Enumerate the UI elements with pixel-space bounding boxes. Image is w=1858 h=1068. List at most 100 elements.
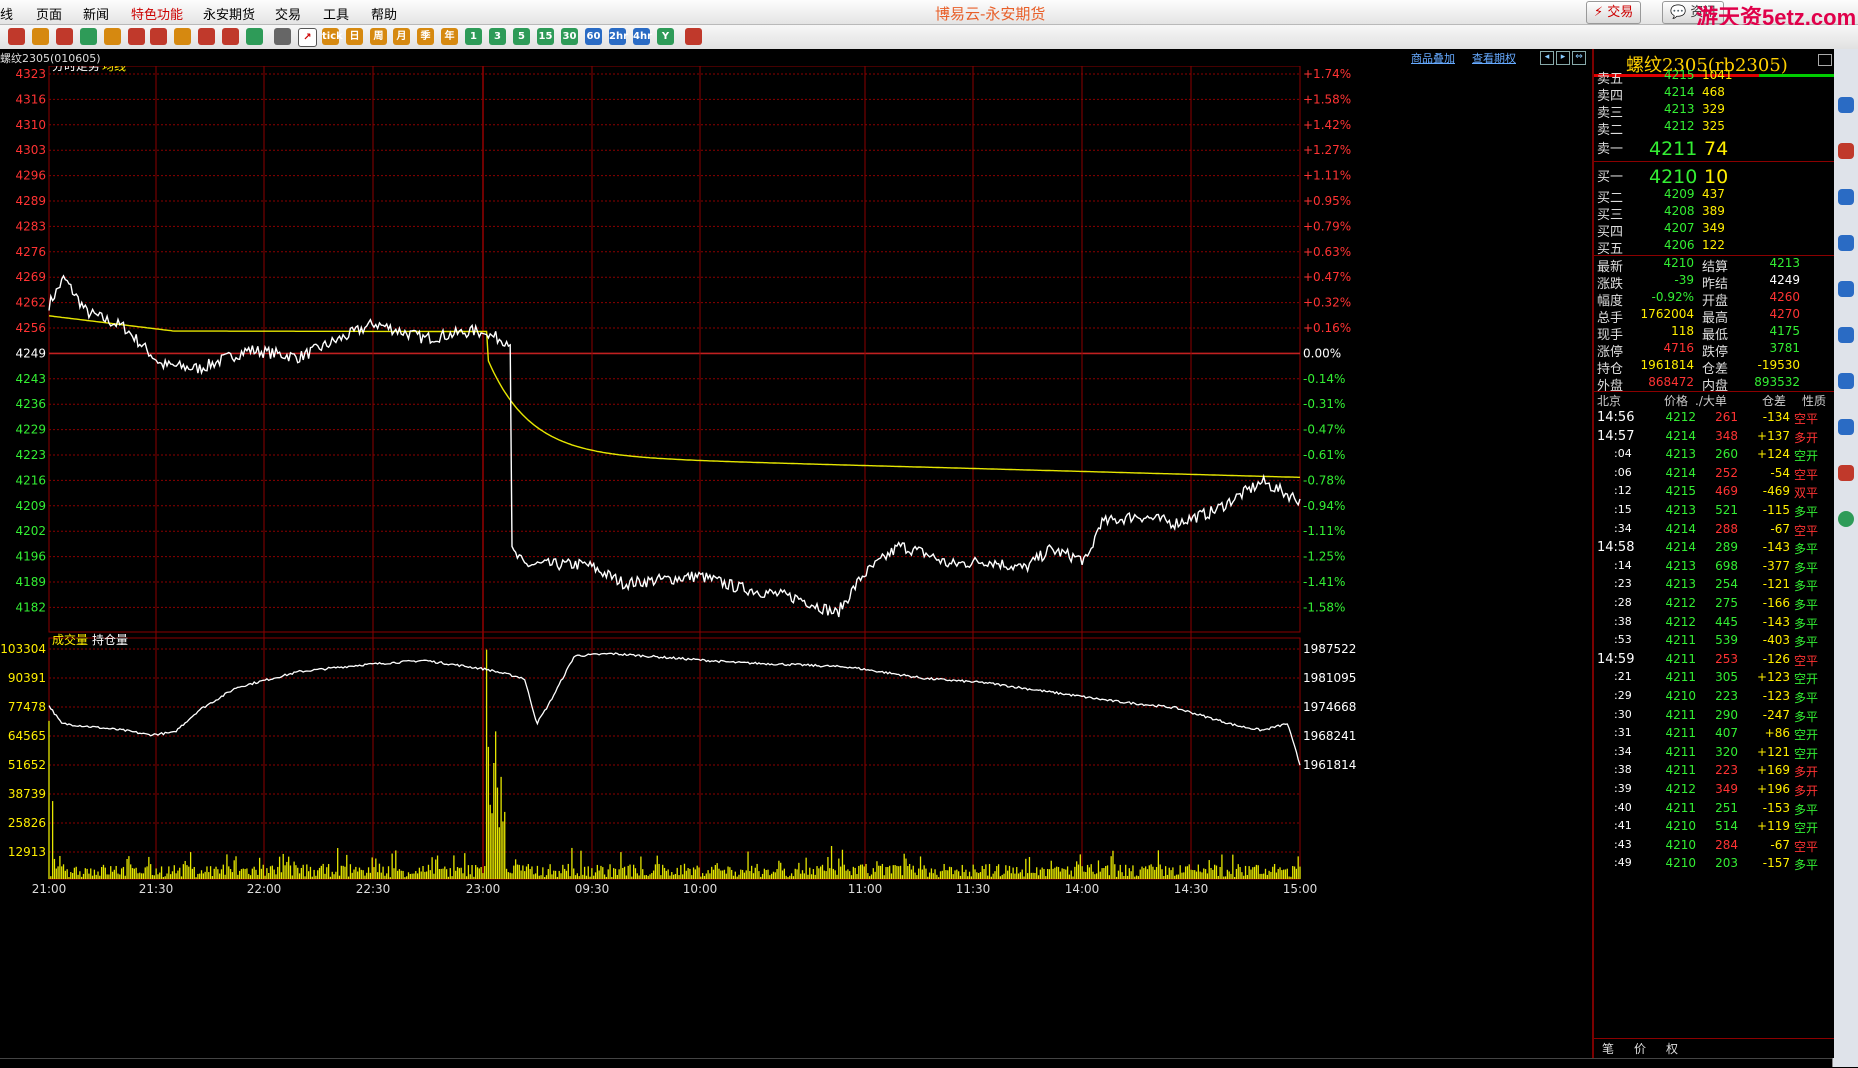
volume-tick-label: 12913 [8, 845, 46, 859]
min15-icon[interactable]: 15 [537, 28, 554, 45]
h2-icon[interactable]: 2hr [609, 28, 628, 45]
tab-rights[interactable]: 权 [1666, 1039, 1678, 1059]
tick-row[interactable]: :49 4210 203 -157 多平 [1594, 856, 1834, 878]
week-icon[interactable]: 周 [370, 28, 387, 45]
percent-tick-label: +1.74% [1303, 67, 1351, 81]
window-icon[interactable] [150, 28, 167, 45]
tick-price: 4211 [1665, 651, 1696, 666]
list-icon[interactable] [274, 28, 291, 45]
instrument-code: 螺纹2305(010605) [0, 52, 101, 65]
tick-oi-change: -67 [1770, 837, 1790, 852]
tick-volume: 469 [1715, 484, 1738, 499]
side-app-icon[interactable] [1838, 327, 1854, 343]
price-tick-label: 4216 [15, 473, 46, 487]
year-icon[interactable]: 年 [441, 28, 458, 45]
min30-icon[interactable]: 30 [561, 28, 578, 45]
menu-trade[interactable]: 交易 [275, 4, 301, 23]
tick-price: 4212 [1665, 614, 1696, 629]
expand-icon[interactable]: ⇔ [1572, 51, 1586, 65]
quarter-icon[interactable]: 季 [417, 28, 434, 45]
zoom-in-icon[interactable] [104, 28, 121, 45]
side-app-icon[interactable] [1838, 143, 1854, 159]
tick-time: :34 [1614, 744, 1632, 758]
calc-icon[interactable] [685, 28, 702, 45]
min3-icon[interactable]: 3 [489, 28, 506, 45]
menu-line[interactable]: 线 [0, 4, 13, 23]
timeshare-icon[interactable]: ↗ [298, 28, 317, 47]
min1-icon[interactable]: 1 [465, 28, 482, 45]
percent-tick-label: -0.94% [1303, 499, 1345, 513]
tick-time: 14:57 [1597, 428, 1635, 444]
tick-type: 多平 [1794, 560, 1819, 575]
tick-oi-change: -123 [1762, 689, 1790, 703]
percent-tick-label: +0.95% [1303, 194, 1351, 208]
custom-icon[interactable]: Y [657, 28, 674, 45]
percent-tick-label: -0.31% [1303, 397, 1345, 411]
menu-news[interactable]: 新闻 [83, 4, 109, 23]
forward-icon[interactable]: ▸ [1556, 51, 1570, 65]
zoom-out-icon[interactable] [128, 28, 145, 45]
h4-icon[interactable]: 4hr [633, 28, 652, 45]
options-link[interactable]: 查看期权 [1472, 50, 1516, 66]
tick-icon[interactable]: tick [322, 28, 343, 45]
side-app-icon[interactable] [1838, 419, 1854, 435]
tick-time: :43 [1614, 837, 1632, 851]
ticker-icon[interactable] [56, 28, 73, 45]
volume-tick-label: 38739 [8, 787, 46, 801]
back-icon[interactable]: ◂ [1540, 51, 1554, 65]
filter-icon[interactable] [222, 28, 239, 45]
pen-icon[interactable] [174, 28, 191, 45]
volume-tick-label: 25826 [8, 816, 46, 830]
menu-help[interactable]: 帮助 [371, 4, 397, 23]
side-app-icon[interactable] [1838, 235, 1854, 251]
side-app-icon[interactable] [1838, 511, 1854, 527]
bid-label: 买一 [1597, 170, 1624, 185]
side-app-icon[interactable] [1838, 97, 1854, 113]
price-tick-label: 4296 [15, 169, 46, 183]
trade-button[interactable]: ⚡ 交易 [1586, 1, 1642, 24]
tick-time: :38 [1614, 763, 1632, 777]
menu-yongan[interactable]: 永安期货 [203, 4, 255, 23]
oi-tick-label: 1981095 [1303, 671, 1356, 685]
ask-volume: 329 [1702, 102, 1725, 116]
min5-icon[interactable]: 5 [513, 28, 530, 45]
tab-trades[interactable]: 笔 [1602, 1039, 1614, 1059]
stat-value: 1961814 [1640, 358, 1694, 372]
oi-tick-label: 1974668 [1303, 700, 1356, 714]
min60-icon[interactable]: 60 [585, 28, 602, 45]
stat-value: 4270 [1769, 307, 1800, 321]
tick-volume: 514 [1715, 819, 1738, 834]
draw-icon[interactable] [198, 28, 215, 45]
panel-toggle-icon[interactable] [1818, 54, 1832, 66]
timeshare-chart[interactable]: 4323 +1.74% 4316 +1.58% 4310 +1.42% 4303 +1.27%… [0, 66, 1592, 1058]
bid-price: 4207 [1664, 221, 1695, 235]
side-app-icon[interactable] [1838, 189, 1854, 205]
indicator-icon[interactable] [246, 28, 263, 45]
home-icon[interactable] [8, 28, 25, 45]
tick-volume: 203 [1715, 856, 1738, 871]
folder-icon[interactable] [32, 28, 49, 45]
tick-price: 4214 [1665, 521, 1696, 536]
bid-price: 4208 [1664, 204, 1695, 218]
percent-tick-label: +0.47% [1303, 270, 1351, 284]
overlay-link[interactable]: 商品叠加 [1411, 50, 1455, 66]
refresh-icon[interactable] [80, 28, 97, 45]
tick-time: :39 [1614, 782, 1632, 795]
price-tick-label: 4223 [15, 448, 46, 462]
side-app-icon[interactable] [1838, 373, 1854, 389]
menu-features[interactable]: 特色功能 [131, 4, 183, 23]
month-icon[interactable]: 月 [393, 28, 410, 45]
day-icon[interactable]: 日 [346, 28, 363, 45]
tick-header-price: 价格 [1664, 394, 1689, 408]
tick-volume: 305 [1715, 670, 1738, 685]
tick-time: :53 [1614, 633, 1632, 647]
tick-type: 多平 [1794, 542, 1819, 557]
tab-price[interactable]: 价 [1634, 1039, 1646, 1059]
tick-price: 4215 [1665, 484, 1696, 499]
side-app-icon[interactable] [1838, 465, 1854, 481]
side-app-icon[interactable] [1838, 281, 1854, 297]
menu-page[interactable]: 页面 [36, 4, 62, 23]
menu-tools[interactable]: 工具 [323, 4, 349, 23]
tick-time: :28 [1614, 596, 1632, 609]
tick-type: 多平 [1794, 709, 1819, 724]
